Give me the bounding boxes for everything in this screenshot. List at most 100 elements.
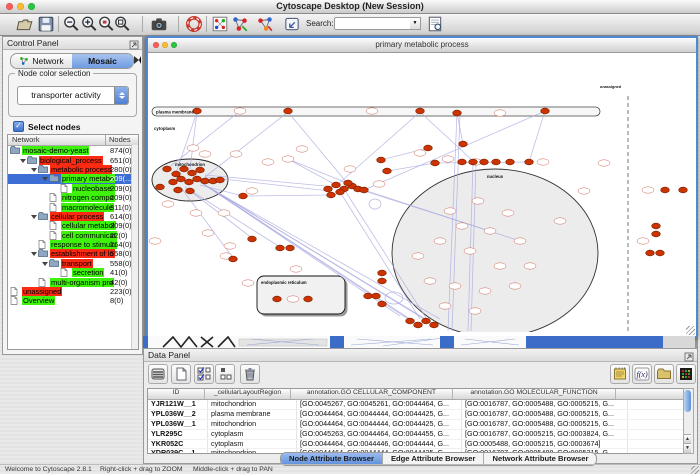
network-node[interactable]: [193, 108, 202, 114]
network-node-label[interactable]: [412, 253, 424, 259]
expander-icon[interactable]: [19, 156, 27, 165]
snapshot-camera-icon[interactable]: [150, 15, 168, 33]
network-node-label[interactable]: [554, 218, 566, 224]
network-node[interactable]: [372, 293, 381, 299]
network-node-label[interactable]: [444, 208, 456, 214]
network-node[interactable]: [416, 108, 425, 114]
network-node[interactable]: [324, 186, 333, 192]
window-resize-grip[interactable]: [686, 326, 695, 335]
search-dropdown-arrow[interactable]: ▼: [410, 17, 421, 30]
enhanced-search-icon[interactable]: [426, 15, 444, 33]
network-node[interactable]: [383, 168, 392, 174]
network-node-label[interactable]: [524, 263, 536, 269]
column-header[interactable]: annotation.GO MOLECULAR_FUNCTION: [453, 389, 616, 399]
tree-row[interactable]: biological_process651(0): [8, 155, 138, 164]
network-node[interactable]: [459, 141, 468, 147]
network-node-label[interactable]: [246, 188, 258, 194]
search-input[interactable]: [334, 17, 414, 30]
network-node[interactable]: [378, 301, 387, 307]
network-node[interactable]: [506, 159, 515, 165]
zoom-in-icon[interactable]: [80, 15, 98, 33]
network-node[interactable]: [378, 278, 387, 284]
network-node[interactable]: [469, 159, 478, 165]
zoom-button[interactable]: [28, 3, 35, 10]
network-node[interactable]: [169, 179, 178, 185]
network-node[interactable]: [201, 178, 210, 184]
column-header[interactable]: ID: [148, 389, 205, 399]
vizmapper-network-a-icon[interactable]: [231, 15, 249, 33]
tree-row[interactable]: nitrogen compo209(0): [8, 193, 138, 202]
network-node[interactable]: [406, 318, 415, 324]
delete-attribute-icon[interactable]: [240, 364, 260, 384]
network-node[interactable]: [458, 159, 467, 165]
network-window-titlebar[interactable]: primary metabolic process: [148, 38, 696, 53]
dropdown-stepper-icon[interactable]: [114, 87, 128, 104]
tree-row[interactable]: nucleobase-209(0): [8, 184, 138, 193]
network-node-label[interactable]: [190, 210, 202, 216]
network-node-label[interactable]: [218, 210, 230, 216]
network-node[interactable]: [163, 166, 172, 172]
tree-row[interactable]: unassigned223(0): [8, 287, 138, 296]
network-node-label[interactable]: [366, 108, 378, 114]
annotation-notes-icon[interactable]: [610, 364, 630, 384]
network-node-label[interactable]: [442, 156, 454, 162]
tree-row[interactable]: multi-organism pro42(0): [8, 277, 138, 286]
network-node[interactable]: [286, 245, 295, 251]
network-node-label[interactable]: [642, 187, 654, 193]
network-view-window[interactable]: primary metabolic process plasma membran…: [146, 36, 698, 338]
formula-builder-icon[interactable]: f(x): [632, 364, 652, 384]
network-node-label[interactable]: [296, 146, 308, 152]
network-node-label[interactable]: [537, 159, 549, 165]
network-node-label[interactable]: [373, 181, 385, 187]
attribute-table-header[interactable]: ID_cellularLayoutRegionannotation.GO CEL…: [148, 389, 686, 400]
network-node-label[interactable]: [637, 238, 649, 244]
network-node[interactable]: [344, 180, 353, 186]
attribute-browser-icon[interactable]: [148, 364, 168, 384]
network-node[interactable]: [174, 187, 183, 193]
network-node[interactable]: [646, 250, 655, 256]
scroll-down-arrow[interactable]: ▼: [684, 443, 691, 453]
network-node[interactable]: [248, 236, 257, 242]
vizmapper-network-b-icon[interactable]: [256, 15, 274, 33]
network-node-label[interactable]: [464, 248, 476, 254]
network-node-label[interactable]: [598, 160, 610, 166]
minimize-button[interactable]: [17, 3, 24, 10]
network-node[interactable]: [239, 193, 248, 199]
tree-row[interactable]: primary metabo209(...: [8, 174, 138, 183]
unselect-attributes-icon[interactable]: [215, 364, 235, 384]
tree-header[interactable]: Network Nodes: [8, 135, 138, 146]
expander-icon[interactable]: [41, 174, 49, 183]
network-node[interactable]: [480, 159, 489, 165]
tree-row[interactable]: cellular metabol209(0): [8, 221, 138, 230]
network-node[interactable]: [377, 157, 386, 163]
select-nodes-checkbox[interactable]: ✓: [13, 121, 24, 132]
network-node-label[interactable]: [149, 238, 161, 244]
network-node[interactable]: [216, 177, 225, 183]
table-row[interactable]: YPL036W__1mitochondrion[GO:0044464, GO:0…: [148, 420, 686, 430]
tab-mosaic[interactable]: Mosaic: [72, 54, 133, 68]
network-node[interactable]: [656, 250, 665, 256]
network-node-label[interactable]: [509, 283, 521, 289]
network-node[interactable]: [422, 318, 431, 324]
expander-icon[interactable]: [41, 259, 49, 268]
window-close-button[interactable]: [153, 42, 159, 48]
zoom-fit-icon[interactable]: [113, 15, 131, 33]
network-node[interactable]: [188, 170, 197, 176]
save-button[interactable]: [37, 15, 55, 33]
network-node[interactable]: [276, 245, 285, 251]
network-node[interactable]: [378, 270, 387, 276]
column-header[interactable]: annotation.GO CELLULAR_COMPONENT: [291, 389, 453, 399]
network-node-label[interactable]: [514, 238, 526, 244]
network-node-label[interactable]: [434, 238, 446, 244]
tree-row[interactable]: transport558(0): [8, 259, 138, 268]
network-node-label[interactable]: [224, 243, 236, 249]
network-node[interactable]: [453, 110, 462, 116]
network-node[interactable]: [304, 296, 313, 302]
vizmap-import-icon[interactable]: [283, 15, 301, 33]
network-node-label[interactable]: [469, 308, 481, 314]
network-node[interactable]: [177, 176, 186, 182]
network-node[interactable]: [525, 159, 534, 165]
network-node[interactable]: [336, 189, 345, 195]
table-row[interactable]: YPL036W__2plasma membrane[GO:0044464, GO…: [148, 410, 686, 420]
new-attribute-icon[interactable]: [171, 364, 191, 384]
